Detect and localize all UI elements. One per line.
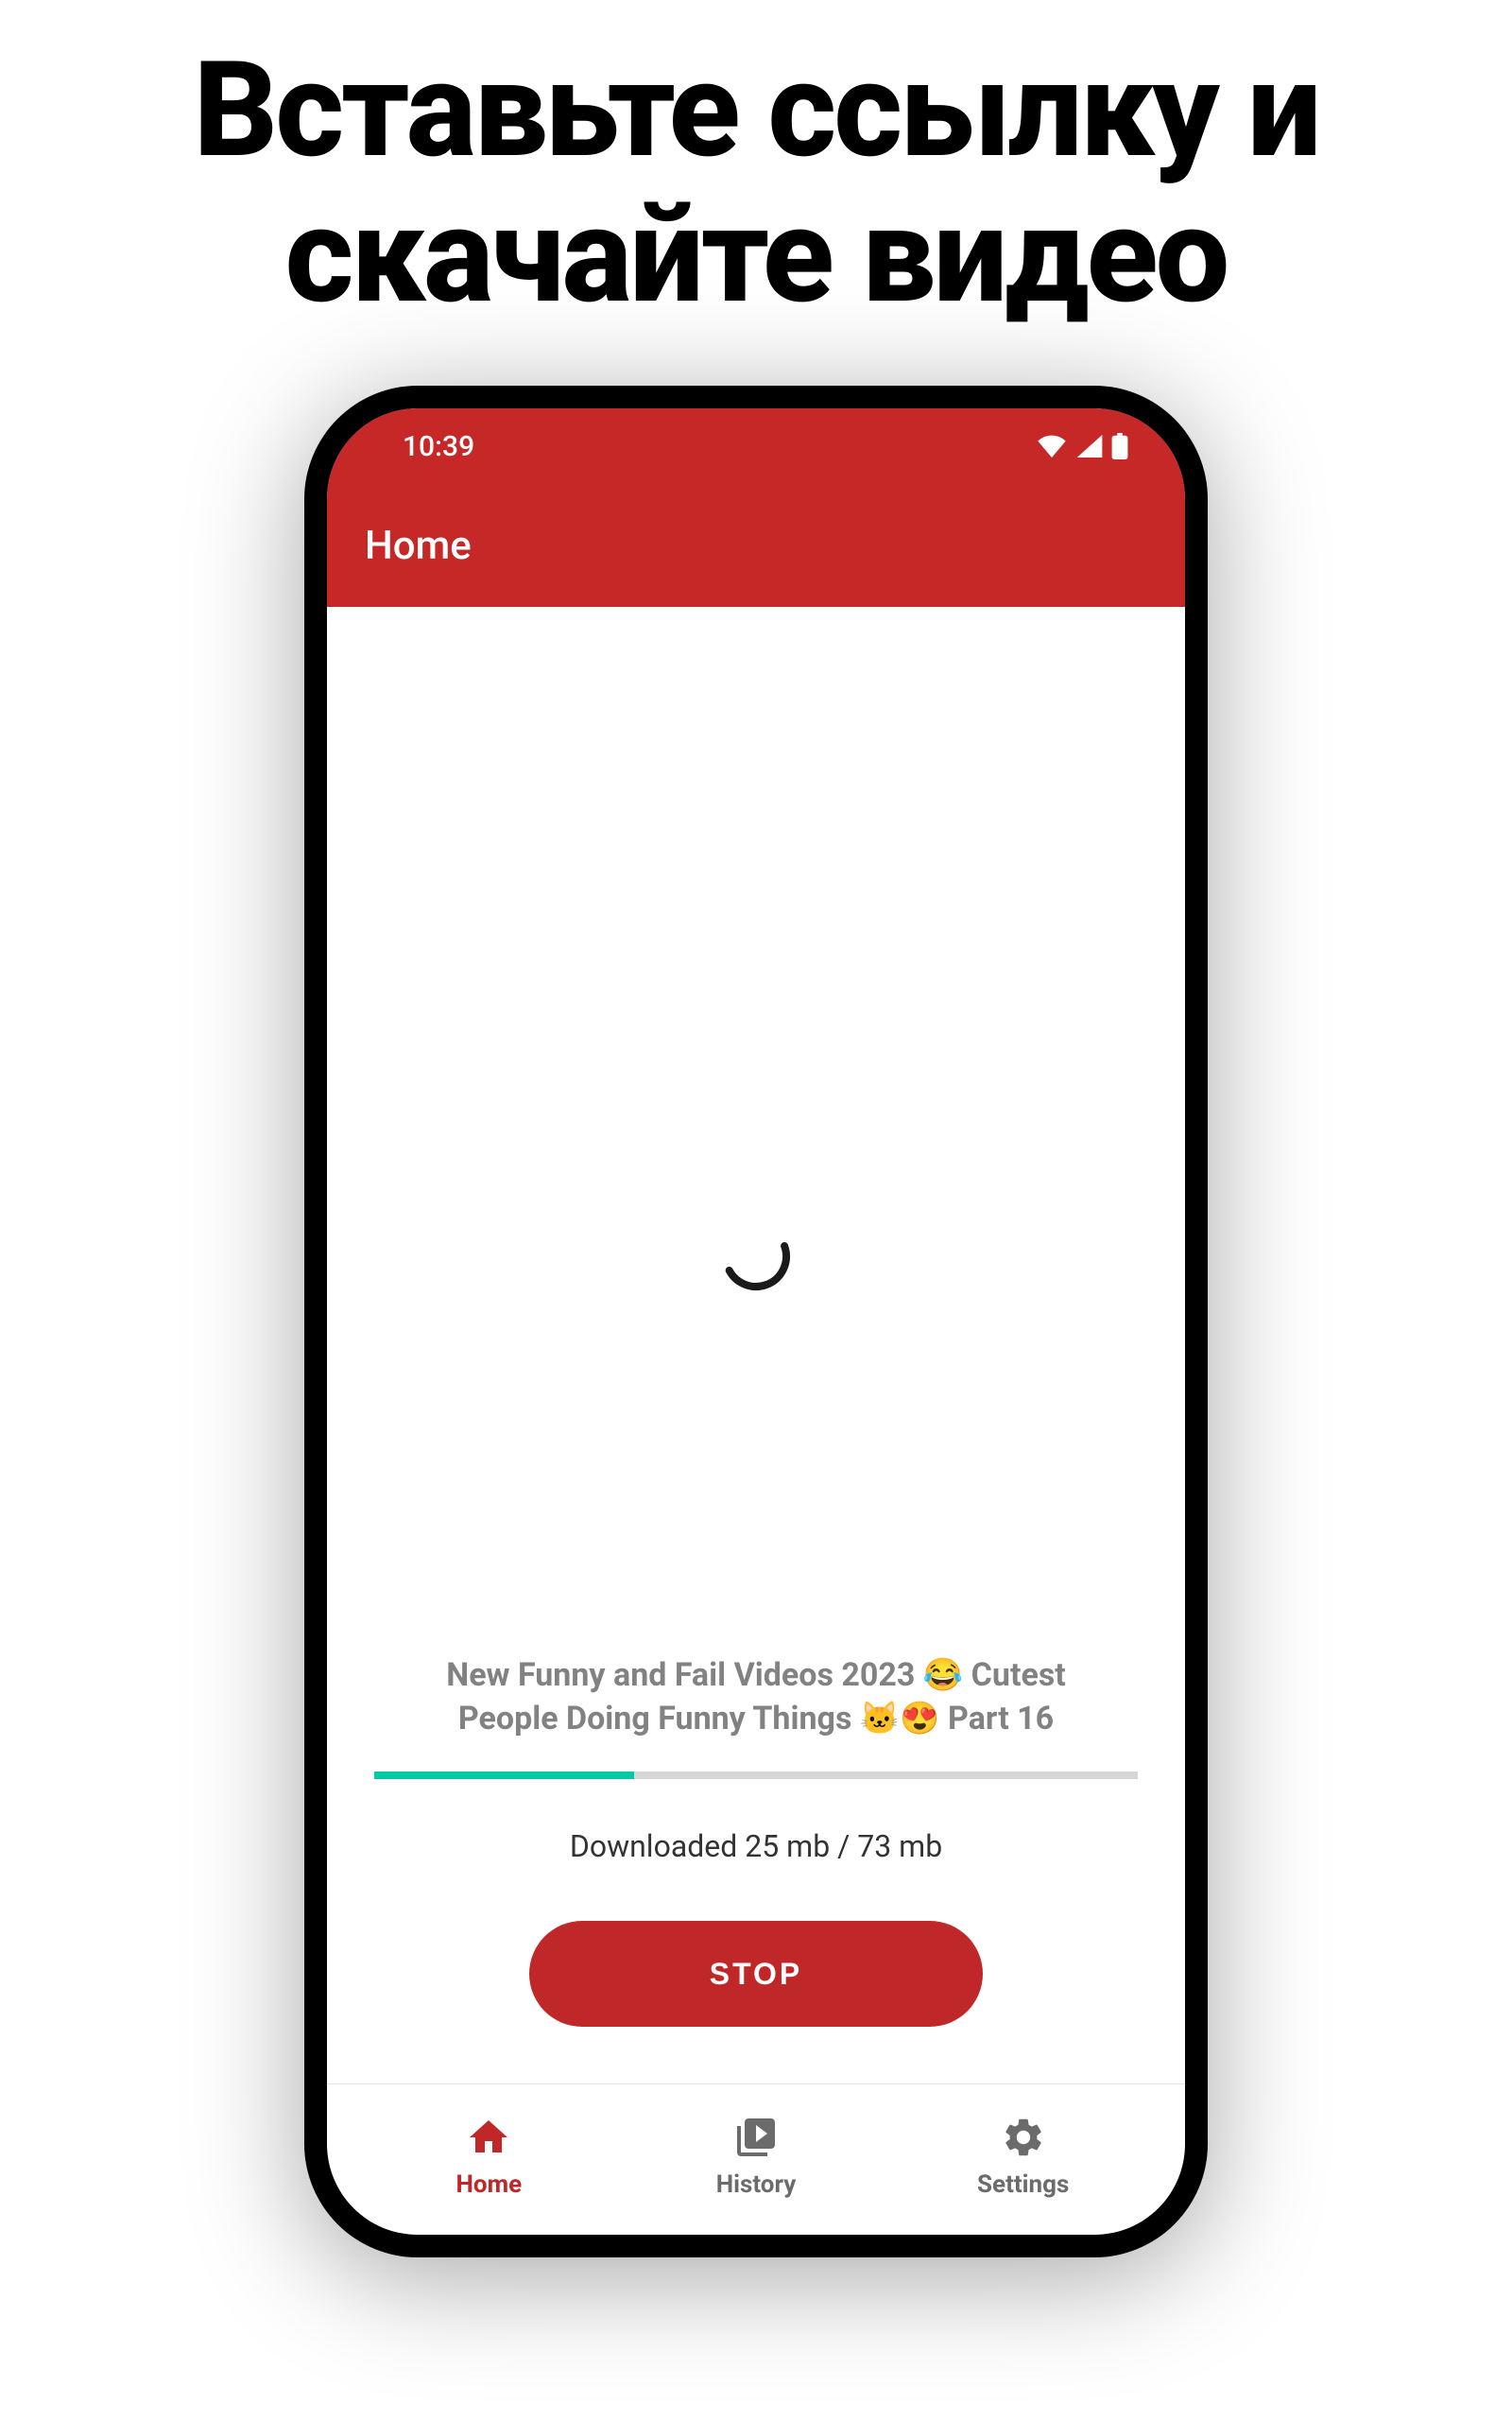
signal-icon [1075,435,1104,458]
settings-icon [998,2112,1049,2163]
history-icon [730,2112,782,2163]
bottom-nav: Home History Settings [327,2083,1185,2235]
nav-item-history[interactable]: History [623,2112,890,2199]
download-status: Downloaded 25 mb / 73 mb [570,1828,942,1864]
loading-spinner [718,1219,794,1294]
status-icons [1036,433,1128,459]
phone-mockup: 10:39 Home New Funny and Fail Videos 202… [304,386,1208,2257]
nav-label: History [716,2170,797,2199]
app-bar: Home [327,484,1185,607]
progress-fill [374,1772,634,1779]
wifi-icon [1036,435,1068,458]
video-title: New Funny and Fail Videos 2023 😂 Cutest … [374,1654,1138,1741]
nav-label: Home [456,2170,523,2199]
nav-item-settings[interactable]: Settings [889,2112,1157,2199]
app-bar-title: Home [365,523,472,569]
battery-icon [1111,433,1128,459]
progress-bar [374,1772,1138,1779]
nav-item-home[interactable]: Home [355,2112,623,2199]
nav-label: Settings [977,2170,1069,2199]
status-time: 10:39 [403,430,474,463]
main-content: New Funny and Fail Videos 2023 😂 Cutest … [327,607,1185,2083]
promo-headline: Вставьте ссылку и скачайте видео [57,38,1455,329]
home-icon [463,2112,514,2163]
stop-button[interactable]: STOP [529,1921,983,2027]
status-bar: 10:39 [327,408,1185,484]
